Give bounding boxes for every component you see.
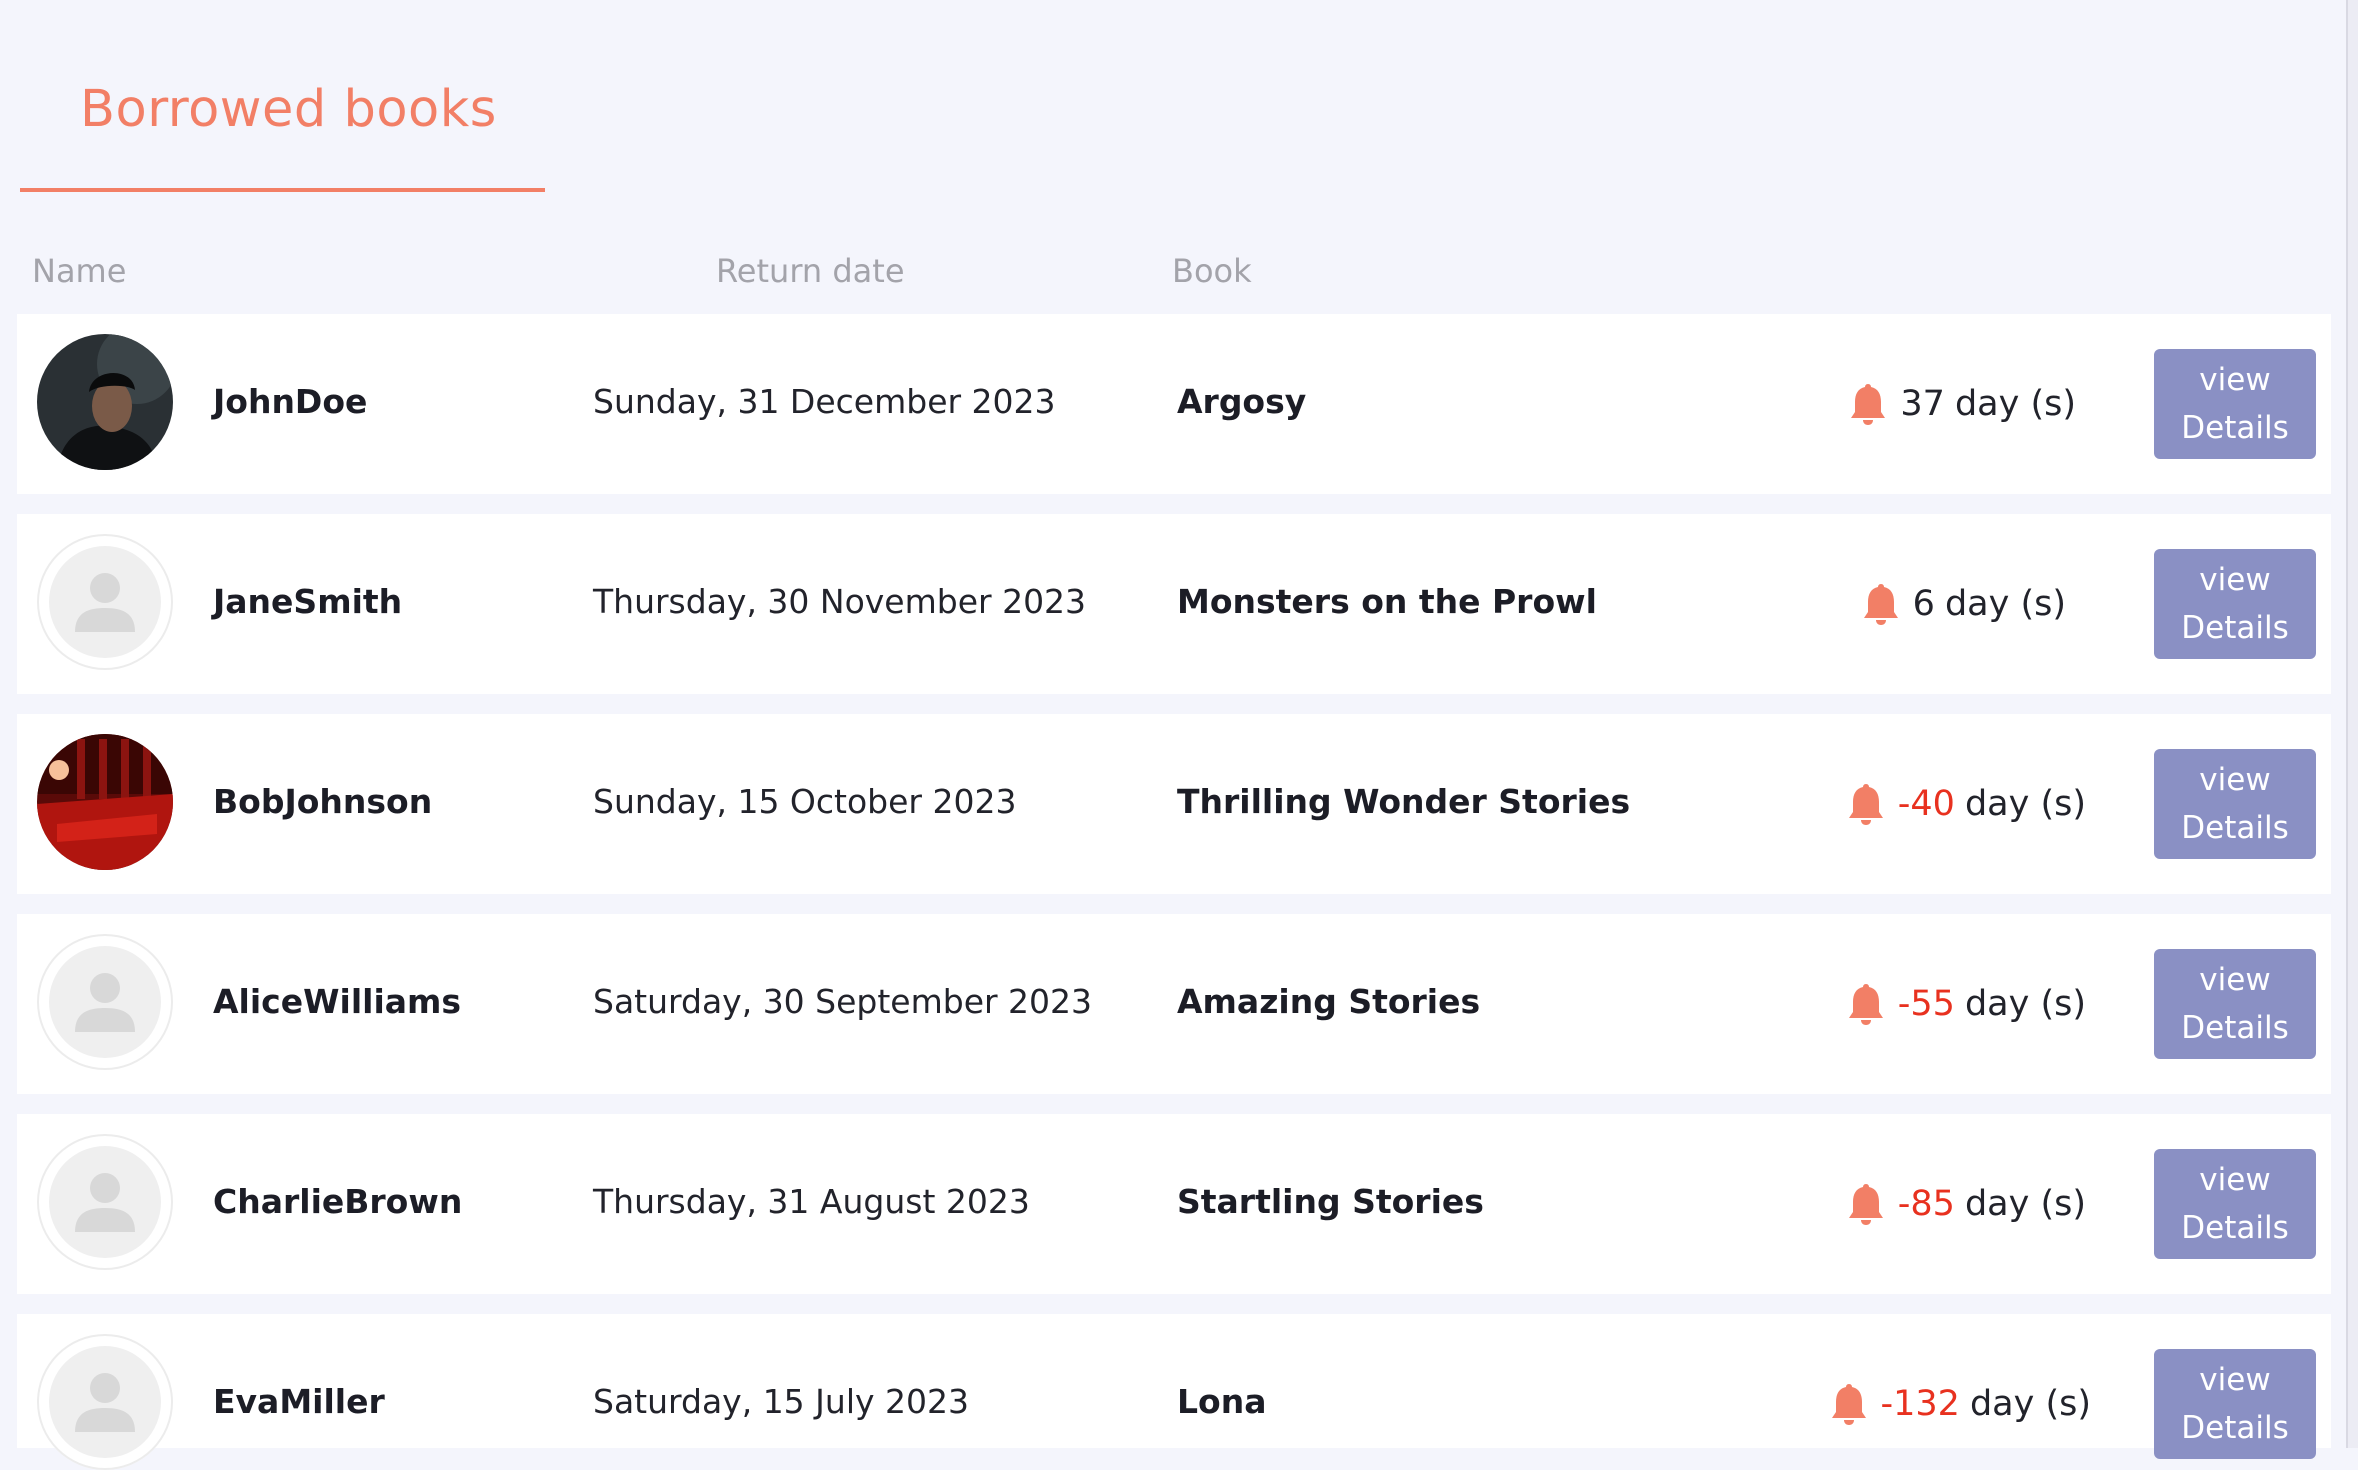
table-row: BobJohnson Sunday, 15 October 2023 Thril… <box>17 714 2331 894</box>
return-date: Saturday, 15 July 2023 <box>593 1382 969 1421</box>
view-details-label-line1: view <box>2199 1162 2271 1198</box>
avatar <box>37 334 173 470</box>
column-header-name: Name <box>32 252 127 290</box>
column-header-return-date: Return date <box>716 252 905 290</box>
view-details-button[interactable]: view Details <box>2154 749 2316 859</box>
avatar <box>37 534 173 670</box>
avatar <box>37 1134 173 1270</box>
column-header-book: Book <box>1172 252 1252 290</box>
days-count: -85 <box>1897 1184 1955 1224</box>
days-count: -40 <box>1897 784 1955 824</box>
view-details-button[interactable]: view Details <box>2154 1149 2316 1259</box>
book-title: Monsters on the Prowl <box>1177 582 1597 621</box>
view-details-label-line1: view <box>2199 362 2271 398</box>
view-details-label-line2: Details <box>2181 410 2289 446</box>
book-title: Amazing Stories <box>1177 982 1481 1021</box>
book-title: Lona <box>1177 1382 1267 1421</box>
avatar <box>37 934 173 1070</box>
avatar-photo <box>37 334 173 470</box>
table-row: AliceWilliams Saturday, 30 September 202… <box>17 914 2331 1094</box>
book-title: Argosy <box>1177 382 1307 421</box>
days-remaining: 6 day (s) <box>1861 580 2066 628</box>
return-date: Sunday, 31 December 2023 <box>593 382 1056 421</box>
user-silhouette-icon <box>75 573 135 632</box>
borrower-name: BobJohnson <box>213 782 433 821</box>
return-date: Thursday, 30 November 2023 <box>593 582 1087 621</box>
days-count: -55 <box>1897 984 1955 1024</box>
days-remaining: -132 day (s) <box>1829 1380 2091 1428</box>
tab-title: Borrowed books <box>80 80 497 139</box>
days-remaining: -55 day (s) <box>1846 980 2086 1028</box>
book-title: Startling Stories <box>1177 1182 1484 1221</box>
bell-icon <box>1848 984 1883 1025</box>
table-row: CharlieBrown Thursday, 31 August 2023 St… <box>17 1114 2331 1294</box>
user-silhouette-icon <box>75 973 135 1032</box>
view-details-button[interactable]: view Details <box>2154 1349 2316 1459</box>
view-details-label-line1: view <box>2199 762 2271 798</box>
days-unit: day (s) <box>1954 384 2076 424</box>
avatar-photo <box>37 734 173 870</box>
table-header: Name Return date Book <box>0 252 2358 292</box>
days-unit: day (s) <box>1969 1384 2091 1424</box>
view-details-label-line2: Details <box>2181 1210 2289 1246</box>
table-row: JohnDoe Sunday, 31 December 2023 Argosy … <box>17 314 2331 494</box>
bell-icon <box>1863 584 1898 625</box>
days-unit: day (s) <box>1964 784 2086 824</box>
bell-icon <box>1831 1384 1866 1425</box>
view-details-label-line1: view <box>2199 962 2271 998</box>
borrower-name: JaneSmith <box>213 582 403 621</box>
bell-icon <box>1848 1184 1883 1225</box>
avatar <box>37 734 173 870</box>
view-details-label-line1: view <box>2199 1362 2271 1398</box>
return-date: Sunday, 15 October 2023 <box>593 782 1017 821</box>
view-details-label-line2: Details <box>2181 1010 2289 1046</box>
view-details-button[interactable]: view Details <box>2154 349 2316 459</box>
view-details-button[interactable]: view Details <box>2154 549 2316 659</box>
days-remaining: 37 day (s) <box>1848 380 2076 428</box>
days-unit: day (s) <box>1964 1184 2086 1224</box>
view-details-button[interactable]: view Details <box>2154 949 2316 1059</box>
days-count: -132 <box>1880 1384 1960 1424</box>
view-details-label-line2: Details <box>2181 610 2289 646</box>
borrower-name: AliceWilliams <box>213 982 462 1021</box>
bell-icon <box>1848 784 1883 825</box>
tab-active-underline <box>20 188 545 192</box>
days-unit: day (s) <box>1944 584 2066 624</box>
tab-borrowed-books[interactable]: Borrowed books <box>20 0 545 194</box>
view-details-label-line1: view <box>2199 562 2271 598</box>
borrower-name: CharlieBrown <box>213 1182 463 1221</box>
bell-icon <box>1851 384 1886 425</box>
days-count: 37 <box>1900 384 1945 424</box>
borrower-name: EvaMiller <box>213 1382 385 1421</box>
days-unit: day (s) <box>1964 984 2086 1024</box>
days-remaining: -85 day (s) <box>1846 1180 2086 1228</box>
table-row: JaneSmith Thursday, 30 November 2023 Mon… <box>17 514 2331 694</box>
borrower-name: JohnDoe <box>213 382 368 421</box>
return-date: Saturday, 30 September 2023 <box>593 982 1093 1021</box>
table-row: EvaMiller Saturday, 15 July 2023 Lona -1… <box>17 1314 2331 1470</box>
return-date: Thursday, 31 August 2023 <box>593 1182 1030 1221</box>
page-scrollbar[interactable] <box>2346 0 2358 1448</box>
days-count: 6 <box>1912 584 1935 624</box>
avatar <box>37 1334 173 1470</box>
user-silhouette-icon <box>75 1173 135 1232</box>
days-remaining: -40 day (s) <box>1846 780 2086 828</box>
book-title: Thrilling Wonder Stories <box>1177 782 1631 821</box>
user-silhouette-icon <box>75 1373 135 1432</box>
view-details-label-line2: Details <box>2181 1410 2289 1446</box>
view-details-label-line2: Details <box>2181 810 2289 846</box>
